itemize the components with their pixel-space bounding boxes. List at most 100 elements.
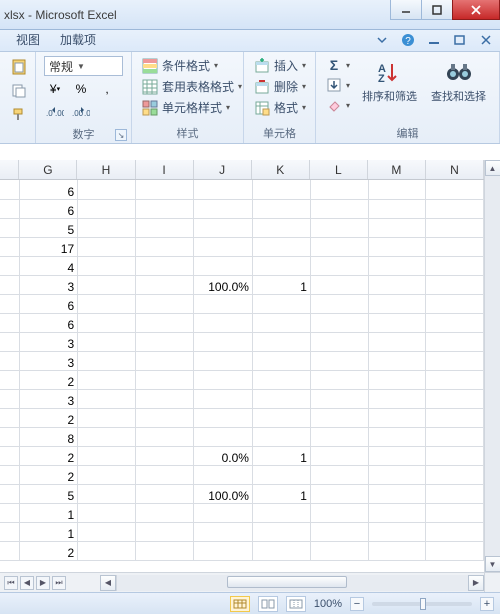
cell[interactable]	[426, 313, 484, 332]
cell[interactable]	[252, 427, 310, 446]
cell[interactable]	[368, 180, 426, 199]
cell[interactable]	[135, 465, 193, 484]
cell[interactable]	[135, 522, 193, 541]
cell[interactable]	[426, 275, 484, 294]
format-button[interactable]: 格式▾	[252, 98, 308, 117]
cell[interactable]	[310, 541, 368, 560]
cell[interactable]	[368, 522, 426, 541]
cells-area[interactable]: 6651743100.0%16633232820.0%125100.0%1112	[0, 180, 484, 572]
cell[interactable]: 3	[19, 389, 77, 408]
cell[interactable]	[252, 465, 310, 484]
cell[interactable]	[252, 389, 310, 408]
cell[interactable]	[310, 218, 368, 237]
cell[interactable]	[78, 503, 136, 522]
vertical-scrollbar[interactable]: ▲ ▼	[484, 160, 500, 572]
cell[interactable]	[135, 256, 193, 275]
comma-format-icon[interactable]: ,	[96, 78, 118, 100]
cell[interactable]: 1	[252, 484, 310, 503]
cell[interactable]	[78, 465, 136, 484]
column-header[interactable]: N	[426, 160, 484, 179]
clear-button[interactable]: ▾	[324, 96, 352, 114]
column-header[interactable]: M	[368, 160, 426, 179]
cell[interactable]	[310, 180, 368, 199]
help-icon[interactable]: ?	[400, 32, 416, 48]
cell[interactable]	[78, 199, 136, 218]
cell[interactable]: 2	[19, 408, 77, 427]
cell[interactable]	[310, 389, 368, 408]
cell[interactable]	[368, 465, 426, 484]
paste-icon[interactable]	[8, 56, 30, 78]
cell[interactable]	[135, 351, 193, 370]
cell[interactable]	[135, 199, 193, 218]
cell[interactable]	[78, 370, 136, 389]
cell[interactable]: 100.0%	[193, 275, 252, 294]
window-max-icon[interactable]	[452, 32, 468, 48]
zoom-out-button[interactable]: −	[350, 597, 364, 611]
number-format-combo[interactable]: 常规 ▼	[44, 56, 123, 76]
find-select-button[interactable]: 查找和选择	[427, 56, 490, 106]
cell[interactable]	[310, 294, 368, 313]
cell[interactable]	[310, 465, 368, 484]
column-header[interactable]: L	[310, 160, 368, 179]
cell[interactable]	[193, 218, 252, 237]
cell[interactable]	[193, 237, 252, 256]
cell[interactable]	[135, 294, 193, 313]
cell[interactable]	[252, 256, 310, 275]
cell[interactable]	[368, 256, 426, 275]
accounting-format-icon[interactable]: ¥▾	[44, 78, 66, 100]
cell[interactable]: 5	[19, 484, 77, 503]
cell[interactable]	[252, 351, 310, 370]
scroll-up-icon[interactable]: ▲	[485, 160, 500, 176]
cell[interactable]	[368, 218, 426, 237]
dialog-launcher-icon[interactable]: ↘	[115, 129, 127, 141]
cell[interactable]	[135, 389, 193, 408]
cell[interactable]: 6	[19, 313, 77, 332]
sheet-prev-icon[interactable]: ◀	[20, 576, 34, 590]
cell[interactable]: 2	[19, 370, 77, 389]
cell[interactable]: 1	[19, 522, 77, 541]
cell[interactable]	[252, 180, 310, 199]
cell[interactable]	[368, 484, 426, 503]
decrease-decimal-icon[interactable]: .00.0	[70, 102, 92, 124]
zoom-thumb[interactable]	[420, 598, 426, 610]
cell[interactable]	[426, 465, 484, 484]
cell[interactable]	[252, 522, 310, 541]
cell[interactable]	[78, 541, 136, 560]
cell[interactable]	[310, 313, 368, 332]
cell[interactable]: 17	[19, 237, 77, 256]
cell[interactable]: 3	[19, 275, 77, 294]
cell[interactable]: 2	[19, 541, 77, 560]
cell[interactable]	[78, 237, 136, 256]
cell[interactable]	[78, 389, 136, 408]
cell[interactable]	[252, 294, 310, 313]
percent-format-icon[interactable]: %	[70, 78, 92, 100]
maximize-button[interactable]	[421, 0, 453, 20]
cell[interactable]	[426, 218, 484, 237]
cell[interactable]	[310, 275, 368, 294]
cell[interactable]	[78, 522, 136, 541]
cell[interactable]	[426, 503, 484, 522]
cell[interactable]	[310, 256, 368, 275]
cell[interactable]	[135, 446, 193, 465]
column-header[interactable]: K	[252, 160, 310, 179]
cell[interactable]	[368, 237, 426, 256]
cell[interactable]	[78, 408, 136, 427]
minimize-ribbon-icon[interactable]	[374, 32, 390, 48]
cell[interactable]: 3	[19, 351, 77, 370]
cell[interactable]	[193, 313, 252, 332]
cell[interactable]	[193, 389, 252, 408]
cell[interactable]	[135, 408, 193, 427]
scroll-right-icon[interactable]: ▶	[468, 575, 484, 591]
cell[interactable]	[426, 370, 484, 389]
cell[interactable]	[310, 370, 368, 389]
cell[interactable]	[135, 237, 193, 256]
cell[interactable]: 0.0%	[193, 446, 252, 465]
cell[interactable]	[426, 256, 484, 275]
insert-button[interactable]: 插入▾	[252, 56, 308, 75]
scroll-left-icon[interactable]: ◀	[100, 575, 116, 591]
cell[interactable]: 1	[252, 275, 310, 294]
cell[interactable]	[252, 332, 310, 351]
cell[interactable]	[135, 503, 193, 522]
cell-styles-button[interactable]: 单元格样式▾	[140, 98, 244, 117]
cell[interactable]	[78, 484, 136, 503]
